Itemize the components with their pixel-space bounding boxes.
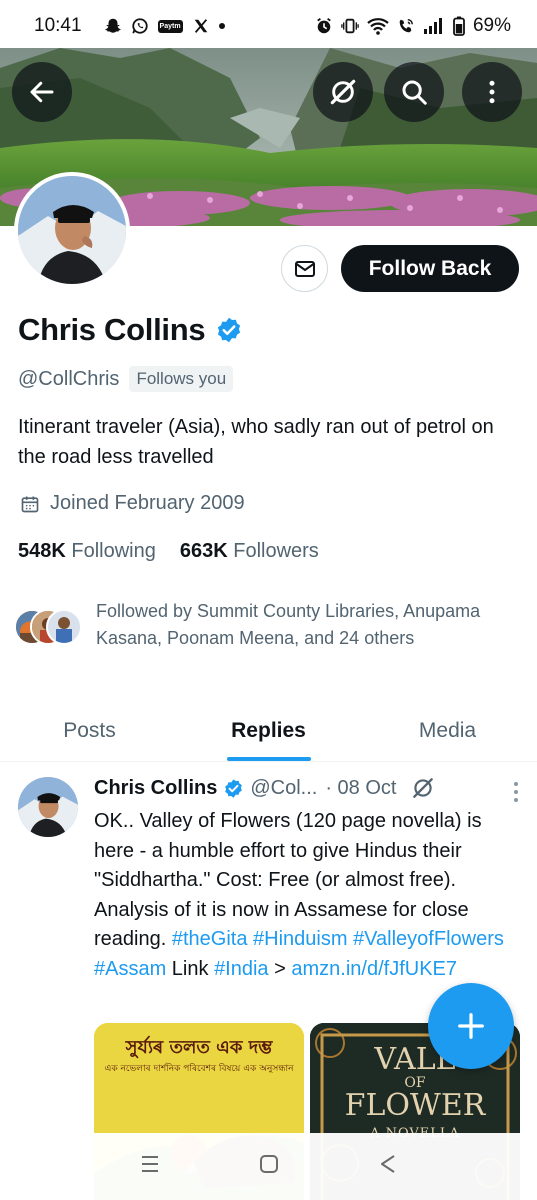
compose-post-button[interactable]	[428, 983, 514, 1069]
tweet-date[interactable]: · 08 Oct	[325, 777, 396, 800]
search-icon	[402, 80, 427, 105]
tweet-author-handle[interactable]: @Col...	[250, 777, 317, 800]
home-button[interactable]	[258, 1153, 280, 1180]
snapchat-icon	[104, 16, 122, 36]
tab-label: Posts	[63, 718, 116, 742]
avatar-image	[18, 176, 126, 284]
grok-button[interactable]	[313, 62, 373, 122]
hashtag-link[interactable]: #ValleyofFlowers	[353, 928, 504, 950]
hashtag-link[interactable]: #Assam	[94, 958, 166, 980]
search-button[interactable]	[384, 62, 444, 122]
followers-count: 663K	[179, 540, 228, 562]
notification-icons: Paytm	[104, 16, 225, 36]
hashtag-link[interactable]: #India	[214, 958, 269, 980]
tweet-text-part: >	[268, 957, 286, 980]
following-count: 548K	[18, 540, 66, 562]
followed-by-row[interactable]: Followed by Summit County Libraries, Anu…	[14, 598, 516, 652]
tab-label: Replies	[231, 718, 306, 742]
tab-media[interactable]: Media	[358, 700, 537, 761]
followers-label: Followers	[233, 540, 319, 562]
back-button[interactable]	[12, 62, 72, 122]
more-vertical-icon	[514, 782, 518, 802]
signal-icon	[423, 16, 445, 36]
profile-tabs: Posts Replies Media	[0, 700, 537, 762]
verified-badge-icon[interactable]	[215, 316, 243, 344]
recent-apps-icon	[141, 1156, 158, 1172]
home-icon	[259, 1155, 278, 1173]
grok-explain-button[interactable]	[410, 775, 436, 801]
tweet-more-button[interactable]	[513, 781, 519, 808]
wifi-icon	[367, 16, 389, 36]
tweet-header: Chris Collins @Col... · 08 Oct	[94, 775, 524, 801]
x-app-icon	[192, 16, 210, 36]
mail-icon	[294, 260, 315, 277]
tweet-url-link[interactable]: amzn.in/d/fJfUKE7	[291, 958, 457, 980]
more-notifications-dot	[218, 23, 225, 29]
book-cover-title-line: FLOWER	[344, 1088, 486, 1123]
follower-avatar	[46, 609, 82, 645]
status-time: 10:41	[34, 15, 82, 36]
grok-icon	[413, 778, 434, 798]
followers-you-know-avatars	[14, 605, 84, 645]
display-name: Chris Collins	[18, 312, 206, 347]
recent-apps-button[interactable]	[139, 1153, 161, 1180]
joined-date: Joined February 2009	[50, 492, 245, 514]
tab-replies[interactable]: Replies	[179, 700, 358, 761]
arrow-left-icon	[30, 81, 54, 103]
following-label: Following	[71, 540, 156, 562]
plus-icon	[458, 1013, 484, 1039]
hashtag-link[interactable]: #Hinduism	[253, 928, 347, 950]
display-name-row: Chris Collins	[18, 312, 243, 348]
profile-avatar[interactable]	[14, 172, 130, 288]
alarm-icon	[315, 16, 333, 36]
follow-stats: 548K Following 663K Followers	[18, 540, 319, 563]
whatsapp-icon	[131, 16, 149, 36]
handle-row: @CollChris Follows you	[18, 366, 234, 392]
follow-back-button[interactable]: Follow Back	[341, 245, 519, 292]
profile-bio: Itinerant traveler (Asia), who sadly ran…	[18, 416, 494, 468]
joined-date-row: Joined February 2009	[20, 492, 245, 515]
followed-by-text: Followed by Summit County Libraries, Anu…	[96, 601, 481, 648]
vibrate-icon	[341, 16, 359, 36]
tab-posts[interactable]: Posts	[0, 700, 179, 761]
following-stat[interactable]: 548K Following	[18, 540, 156, 563]
tweet-author-avatar[interactable]	[18, 777, 78, 837]
verified-badge-icon	[225, 778, 243, 798]
paytm-icon: Paytm	[157, 16, 183, 36]
tweet-text: OK.. Valley of Flowers (120 page novella…	[94, 807, 522, 984]
more-vertical-icon	[489, 80, 495, 104]
book-cover-subtitle: এক নভেলাৰ দাৰ্শনিক পৰিবেশৰ বিষয়ে এক অনু…	[104, 1064, 294, 1074]
tab-label: Media	[418, 718, 477, 742]
book-cover-title: সুৰ্য্যৰ তলত এক দম্ভ	[125, 1037, 273, 1058]
back-nav-button[interactable]	[377, 1153, 399, 1180]
battery-icon	[453, 16, 465, 36]
tweet-text-part: Link	[166, 957, 215, 980]
wifi-calling-icon	[397, 16, 415, 36]
system-indicators: 69%	[315, 15, 511, 37]
grok-icon	[330, 79, 356, 105]
active-tab-indicator	[226, 757, 311, 761]
hashtag-link[interactable]: #theGita	[172, 928, 248, 950]
back-triangle-icon	[380, 1155, 395, 1173]
profile-handle: @CollChris	[18, 367, 120, 390]
status-bar: 10:41 Paytm 69%	[0, 0, 537, 52]
more-options-button[interactable]	[462, 62, 522, 122]
system-navigation-bar	[0, 1133, 537, 1200]
message-button[interactable]	[281, 245, 328, 292]
tweet-author-name[interactable]: Chris Collins	[94, 777, 217, 800]
battery-percent: 69%	[472, 15, 511, 36]
calendar-icon	[21, 496, 39, 512]
followers-stat[interactable]: 663K Followers	[180, 540, 319, 563]
follows-you-badge: Follows you	[129, 366, 234, 392]
